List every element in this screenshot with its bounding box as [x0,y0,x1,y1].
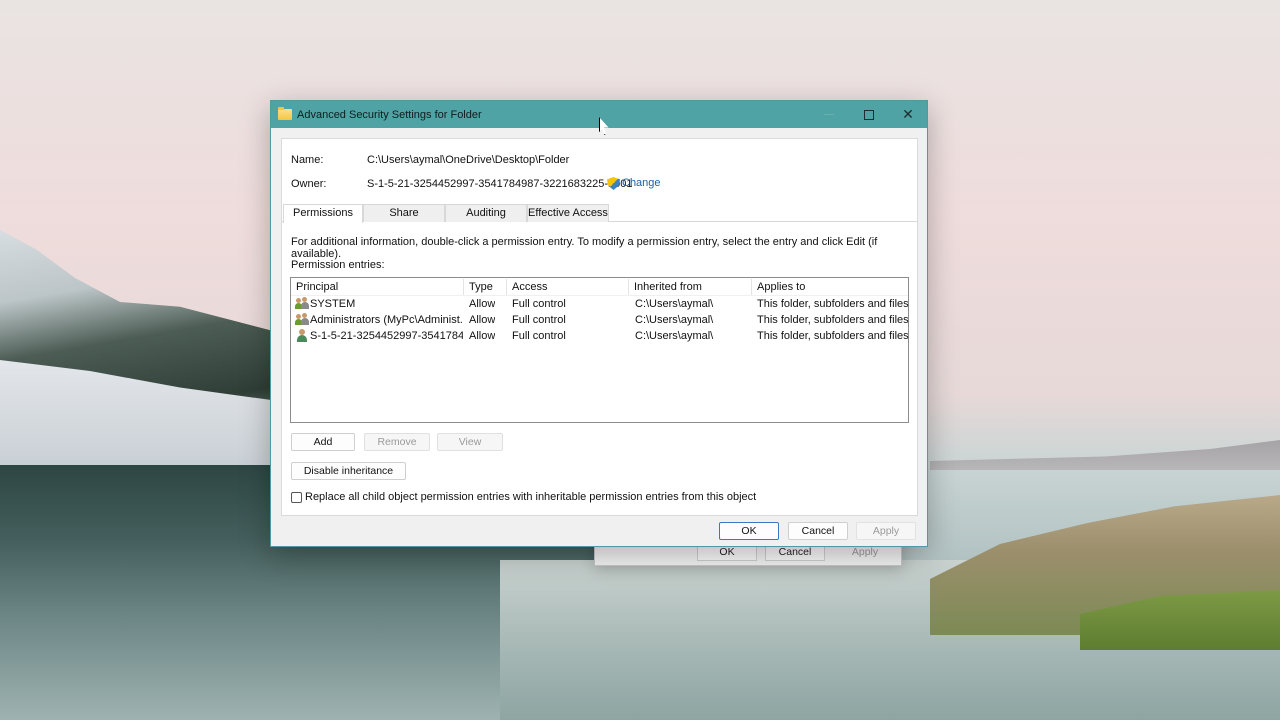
folder-icon [278,107,292,120]
user-icon [295,329,309,342]
content-panel: Name: C:\Users\aymal\OneDrive\Desktop\Fo… [281,138,918,516]
column-type[interactable]: Type [469,281,493,293]
maximize-icon [864,109,874,120]
column-principal[interactable]: Principal [296,281,338,293]
table-row[interactable]: S-1-5-21-3254452997-35417849... Allow Fu… [291,328,909,344]
access-cell: Full control [512,330,566,342]
tab-permissions[interactable]: Permissions [283,204,363,223]
inherited-from-cell: C:\Users\aymal\ [635,314,714,326]
minimize-icon [824,114,834,115]
column-inherited-from[interactable]: Inherited from [634,281,702,293]
close-icon: ✕ [902,106,914,122]
name-value: C:\Users\aymal\OneDrive\Desktop\Folder [367,154,570,166]
inherited-from-cell: C:\Users\aymal\ [635,298,714,310]
maximize-button[interactable] [849,101,889,128]
owner-value: S-1-5-21-3254452997-3541784987-322168322… [367,178,633,190]
disable-inheritance-button[interactable]: Disable inheritance [291,462,406,480]
principal-cell: S-1-5-21-3254452997-35417849... [310,330,463,342]
group-icon [295,297,309,310]
table-row[interactable]: Administrators (MyPc\Administ... Allow F… [291,312,909,328]
applies-to-cell: This folder, subfolders and files [757,298,909,310]
list-header: Principal Type Access Inherited from App… [291,278,908,296]
view-button[interactable]: View [437,433,503,451]
replace-child-permissions-checkbox[interactable] [291,492,302,503]
window-title: Advanced Security Settings for Folder [297,108,482,121]
wallpaper-hill [930,440,1280,470]
applies-to-cell: This folder, subfolders and files [757,330,909,342]
replace-child-permissions-label[interactable]: Replace all child object permission entr… [305,491,756,503]
cancel-button[interactable]: Cancel [788,522,848,540]
access-cell: Full control [512,298,566,310]
close-button[interactable]: ✕ [888,101,928,128]
type-cell: Allow [469,314,496,326]
table-row[interactable]: SYSTEM Allow Full control C:\Users\aymal… [291,296,909,312]
info-text: For additional information, double-click… [291,236,878,260]
apply-button[interactable]: Apply [856,522,916,540]
permission-entries-list[interactable]: Principal Type Access Inherited from App… [290,277,909,423]
type-cell: Allow [469,298,496,310]
change-owner-link[interactable]: Change [622,177,661,189]
permission-entries-label: Permission entries: [291,259,385,271]
principal-cell: Administrators (MyPc\Administ... [310,314,463,326]
inherited-from-cell: C:\Users\aymal\ [635,330,714,342]
remove-button[interactable]: Remove [364,433,430,451]
advanced-security-settings-window: Advanced Security Settings for Folder ✕ … [270,100,928,547]
column-applies-to[interactable]: Applies to [757,281,805,293]
column-divider[interactable] [506,279,507,295]
principal-cell: SYSTEM [310,298,356,310]
group-icon [295,313,309,326]
minimize-button[interactable] [809,101,849,128]
column-divider[interactable] [751,279,752,295]
column-divider[interactable] [628,279,629,295]
add-button[interactable]: Add [291,433,355,451]
tab-share[interactable]: Share [363,204,445,222]
tab-auditing[interactable]: Auditing [445,204,527,222]
column-divider[interactable] [463,279,464,295]
owner-label: Owner: [291,178,327,190]
ok-button[interactable]: OK [719,522,779,540]
access-cell: Full control [512,314,566,326]
column-access[interactable]: Access [512,281,547,293]
applies-to-cell: This folder, subfolders and files [757,314,909,326]
name-label: Name: [291,154,324,166]
type-cell: Allow [469,330,496,342]
tab-strip: Permissions Share Auditing Effective Acc… [282,203,917,223]
tab-effective-access[interactable]: Effective Access [527,204,609,222]
